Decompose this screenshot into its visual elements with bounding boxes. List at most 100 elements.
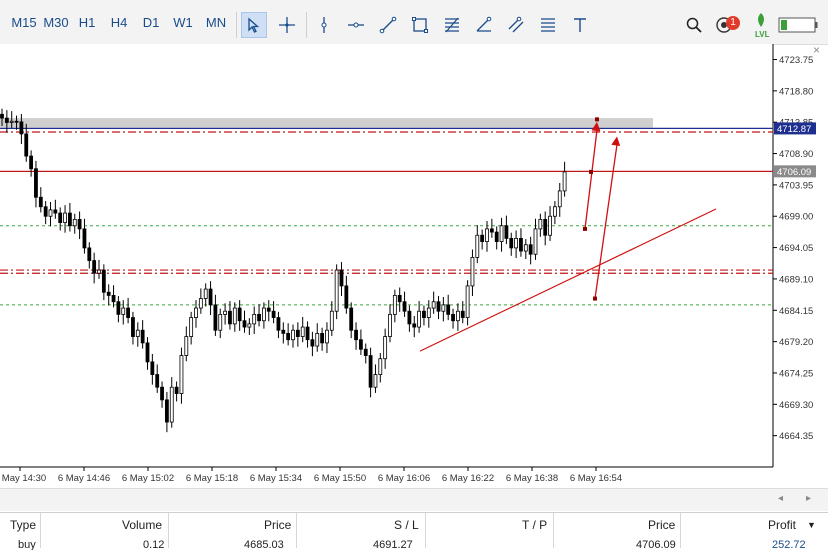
candle-body xyxy=(480,234,485,242)
candle-body xyxy=(77,219,82,230)
candle-body xyxy=(14,120,19,123)
candle-body xyxy=(213,304,218,331)
candle-body xyxy=(329,310,334,331)
candle-body xyxy=(194,307,198,318)
trend-line-button[interactable] xyxy=(375,12,401,38)
cell-type: buy xyxy=(18,539,36,550)
cell-volume: 0.12 xyxy=(143,539,165,550)
candle-body xyxy=(179,355,184,394)
fibonacci-button[interactable] xyxy=(439,12,465,38)
x-tick-label: 6 May 15:18 xyxy=(186,473,238,484)
chart-scrollbar[interactable]: ◂ ▸ xyxy=(0,488,828,511)
candle-body xyxy=(392,294,397,315)
candle-body xyxy=(87,247,92,261)
x-tick-label: 6 May 15:02 xyxy=(122,473,174,484)
search-button[interactable] xyxy=(681,12,707,38)
candle-body xyxy=(514,238,518,249)
header-current-price[interactable]: Price xyxy=(648,518,675,532)
battery-button[interactable] xyxy=(776,12,820,38)
x-tick-label: 6 May 16:38 xyxy=(506,473,558,484)
candle-body xyxy=(436,301,441,312)
table-row[interactable]: buy 0.12 4685.03 4691.27 4706.09 252.72 xyxy=(0,536,828,550)
candle-body xyxy=(538,219,543,230)
header-sl[interactable]: S / L xyxy=(394,518,419,532)
timeframe-d1[interactable]: D1 xyxy=(138,12,164,34)
candle-body xyxy=(543,219,548,236)
timeframe-w1[interactable]: W1 xyxy=(170,12,196,34)
candle-body xyxy=(417,310,422,328)
header-price[interactable]: Price xyxy=(264,518,291,532)
candle-body xyxy=(523,244,528,252)
candle-body xyxy=(72,219,77,227)
candle-body xyxy=(34,168,38,198)
vertical-line-button[interactable] xyxy=(311,12,337,38)
candle-body xyxy=(494,231,499,242)
lines-button[interactable] xyxy=(535,12,561,38)
candle-body xyxy=(53,209,58,214)
candle-body xyxy=(431,301,436,309)
candle-body xyxy=(465,285,470,318)
cell-profit: 252.72 xyxy=(772,539,806,550)
angle-icon xyxy=(476,16,492,32)
candle-body xyxy=(402,301,407,312)
candle-body xyxy=(145,342,150,363)
candle-body xyxy=(271,310,276,318)
candle-body xyxy=(489,228,494,233)
trend-line-icon xyxy=(379,16,397,34)
resistance-zone[interactable] xyxy=(0,118,653,128)
candle-body xyxy=(485,228,489,242)
candle-body xyxy=(252,313,257,325)
close-chart-icon[interactable]: × xyxy=(813,44,820,57)
header-tp[interactable]: T / P xyxy=(522,518,547,532)
rectangle-button[interactable] xyxy=(407,12,433,38)
crosshair-button[interactable] xyxy=(274,12,300,38)
candle-body xyxy=(131,317,135,337)
candle-body xyxy=(150,361,155,375)
sort-chevron-icon[interactable]: ▼ xyxy=(807,520,816,530)
arrow-anchor[interactable] xyxy=(595,117,599,122)
price-chart[interactable]: 4723.754718.804713.854708.904703.954699.… xyxy=(0,44,828,488)
candle-body xyxy=(557,190,562,208)
text-button[interactable] xyxy=(567,12,593,38)
scroll-left-icon[interactable]: ◂ xyxy=(778,493,783,504)
cell-current-price: 4706.09 xyxy=(636,539,676,550)
timeframe-mn[interactable]: MN xyxy=(201,12,231,34)
candle-body xyxy=(354,329,358,341)
timeframe-h4[interactable]: H4 xyxy=(106,12,132,34)
candle-body xyxy=(29,155,34,170)
candle-body xyxy=(349,307,354,331)
crosshair-icon xyxy=(279,17,295,33)
candle-body xyxy=(281,329,286,334)
candle-body xyxy=(291,329,295,341)
header-profit[interactable]: Profit xyxy=(768,518,796,532)
horizontal-line-icon xyxy=(348,22,364,28)
candle-body xyxy=(295,329,300,337)
timeframe-m15[interactable]: M15 xyxy=(8,12,40,34)
angle-button[interactable] xyxy=(471,12,497,38)
arrow-anchor[interactable] xyxy=(593,296,597,301)
channel-button[interactable] xyxy=(503,12,529,38)
candle-body xyxy=(82,228,87,249)
toolbar-separator xyxy=(306,12,307,38)
candle-body xyxy=(412,323,417,328)
rectangle-icon xyxy=(412,17,428,33)
candle-body xyxy=(126,307,130,318)
header-volume[interactable]: Volume xyxy=(122,518,162,532)
timeframe-h1[interactable]: H1 xyxy=(74,12,100,34)
x-tick-label: 6 May 15:50 xyxy=(314,473,366,484)
candle-body xyxy=(24,133,29,157)
arrow-anchor[interactable] xyxy=(589,169,593,174)
y-tick-label: 4718.80 xyxy=(779,86,813,97)
horizontal-line-button[interactable] xyxy=(343,12,369,38)
trade-table-header: Type Volume Price S / L T / P Price Prof… xyxy=(0,512,828,548)
candle-body xyxy=(310,339,315,347)
candle-body xyxy=(58,212,63,223)
timeframe-m30[interactable]: M30 xyxy=(40,12,72,34)
candle-body xyxy=(548,215,552,236)
candle-body xyxy=(315,332,320,347)
cursor-button[interactable] xyxy=(241,12,267,38)
arrow-anchor[interactable] xyxy=(583,226,587,231)
scroll-right-icon[interactable]: ▸ xyxy=(806,493,811,504)
header-type[interactable]: Type xyxy=(10,518,36,532)
level-button[interactable] xyxy=(748,10,774,30)
